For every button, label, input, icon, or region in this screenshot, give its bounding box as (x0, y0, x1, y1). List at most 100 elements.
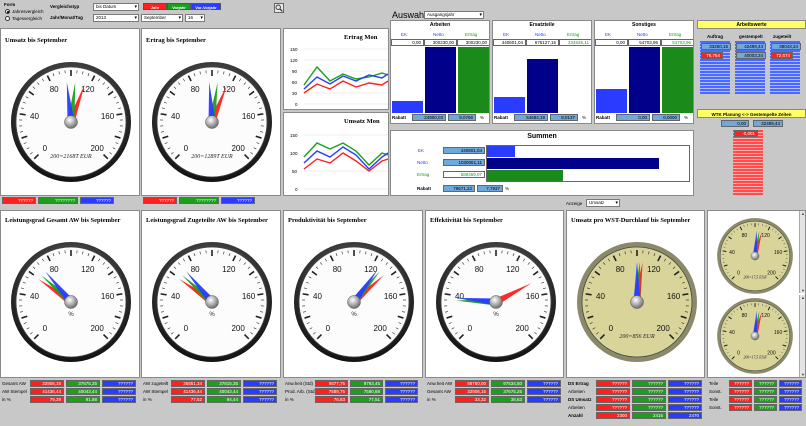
ytick-label: 50 (292, 169, 298, 174)
legend-jahr: Jahr (143, 3, 167, 10)
bar-ek (494, 97, 525, 113)
value-cell: ?????? (102, 388, 136, 395)
gauge-tick-label: 40 (455, 292, 464, 301)
magnifier-button[interactable] (274, 3, 284, 13)
table-leistungsgrad-zugeteilt: AW zugeteilt 36851,34 37815,35?????? AW Ste… (141, 380, 281, 410)
value-cell: 97534,50 (491, 380, 525, 387)
month-select[interactable]: September (141, 14, 183, 22)
gauge-tick-label: 40 (171, 292, 180, 301)
gauge-tick-label: 80 (742, 313, 748, 319)
gauge-unit: % (493, 312, 499, 318)
rabatt-label: Rabatt (494, 115, 509, 120)
series-jahr (303, 80, 388, 94)
value-cell: ?????? (2, 197, 36, 204)
value-cell: 440601,04 (443, 147, 485, 154)
gauge-tick (399, 293, 406, 296)
col-label: EK (401, 32, 408, 37)
legend-vor-vorjahr: Vor-Vorjahr (191, 3, 221, 10)
value-cell: ?????? (779, 388, 802, 395)
gauge-hub (205, 295, 219, 309)
section-arbeiten: Arbeiten EK Netto Ertrag 0,00 300230,00 … (390, 20, 490, 124)
gauge-hub (750, 331, 760, 341)
scrollbar[interactable] (799, 211, 805, 293)
auswahl-label: Auswahl (392, 10, 427, 20)
gauge-tick (444, 293, 451, 296)
day-select[interactable]: 16 (185, 14, 205, 22)
radio-jahresvergleich[interactable] (5, 9, 10, 14)
value-cell: 40003,34 (736, 52, 766, 59)
value-cell: ?????? (527, 380, 561, 387)
value-cell: ?????? (102, 396, 136, 403)
section-arbeitswerte: Arbeitswerte Auftrag gestempelt zugeteil… (697, 20, 806, 196)
row-label: DS Umsatz (568, 397, 592, 402)
value-cell: ?????? (596, 404, 630, 411)
value-cell: 2300 (596, 412, 630, 419)
value-cell: 8,0137 (550, 114, 578, 121)
value-cell: 76,764 (701, 52, 723, 59)
value-cell: ?????? (385, 396, 418, 403)
value-cell: 0,00 (721, 120, 749, 127)
gauge-tick (541, 293, 548, 296)
gauge-tick-label: 200 (373, 324, 387, 333)
value-cell: 0,0000 (652, 114, 680, 121)
gauge-tick-label: 120 (506, 265, 520, 274)
gauge-title: Ertrag bis September (146, 37, 206, 44)
bar-netto (527, 59, 558, 113)
value-cell: ?????? (243, 388, 277, 395)
row-label: Arbeiten (568, 405, 585, 410)
anzeige-select[interactable]: Umsatz (586, 199, 620, 207)
scrollbar[interactable] (799, 295, 805, 377)
wtk-title: WTK Planung <-> Gestempelte Zeiten (697, 109, 806, 118)
gauge-tick (160, 293, 167, 296)
value-cell: 77,52 (171, 396, 205, 403)
value-cell: ?????? (729, 380, 752, 387)
value-cell: ?????? (729, 396, 752, 403)
gauge-tick-label: 120 (81, 265, 95, 274)
radio-tagesvergleich-label: Tagesvergleich (12, 16, 43, 21)
vergleichstyp-select[interactable]: bis Datum (93, 3, 139, 11)
gauge-tick-label: 40 (30, 112, 39, 121)
jahr-monat-tag-label: Jahr/Monat/Tag (50, 15, 83, 20)
gauge-panel-umsatz-wst: Umsatz pro WST-Durchlauf bis September 0… (566, 210, 705, 378)
row-label: Anw.heit AW (427, 381, 453, 386)
value-cell: ?????? (754, 404, 777, 411)
gauge-produktivitaet: 0 40 80 120 160 200% (294, 242, 414, 362)
year-select[interactable]: 2013 (93, 14, 139, 22)
value-cell: ?????? (596, 396, 630, 403)
section-title: Arbeiten (429, 22, 451, 28)
gauge-leistungsgrad-gesamt: 0 40 80 120 160 200% (11, 242, 131, 362)
value-cell: ?????? (779, 404, 802, 411)
rabatt-label: Rabatt (392, 115, 407, 120)
value-cell: 9793,45 (350, 380, 383, 387)
row-label: Sonst. (709, 389, 722, 394)
gauge-tick-label: 80 (475, 265, 484, 274)
row-label: Prod. Arb. (Std) (285, 389, 317, 394)
value-cell: 0,00 (595, 39, 628, 46)
bar-ek (392, 101, 423, 113)
auswahl-select[interactable]: Ausgangsjahr (424, 11, 484, 19)
value-cell: 675127,15 (526, 39, 559, 46)
radio-tagesvergleich[interactable] (5, 16, 10, 21)
gauge-tick-label: 120 (761, 313, 770, 319)
gauge-tick-label: 160 (384, 292, 398, 301)
row-label: Sonst. (709, 405, 722, 410)
value-cell: 9,0766 (448, 114, 476, 121)
gauge-tick-label: 80 (191, 265, 200, 274)
value-cell: ?????? (754, 396, 777, 403)
value-cell: ?????? (779, 396, 802, 403)
value-cell: ?????? (729, 404, 752, 411)
row-label: AW Stempel (143, 389, 168, 394)
gauge-tick-label: 120 (364, 265, 378, 274)
value-cell: 41436,44 (30, 388, 64, 395)
col-label: EK (503, 32, 510, 37)
ytick-label: 0 (295, 102, 298, 107)
value-cell: ???????? (38, 197, 78, 204)
gauge-panel-produktivitaet: Produktivität bis September 0 40 80 120 160 2… (283, 210, 423, 378)
value-cell: 33250,15 (701, 43, 731, 50)
gauge-tick (257, 113, 264, 116)
row-label: Ertrag (417, 172, 430, 177)
gauge-title: Umsatz bis September (5, 37, 68, 44)
gauge-tick (116, 293, 123, 296)
gauge-unit: % (351, 312, 357, 318)
row-label: Gesamt AW (2, 381, 26, 386)
